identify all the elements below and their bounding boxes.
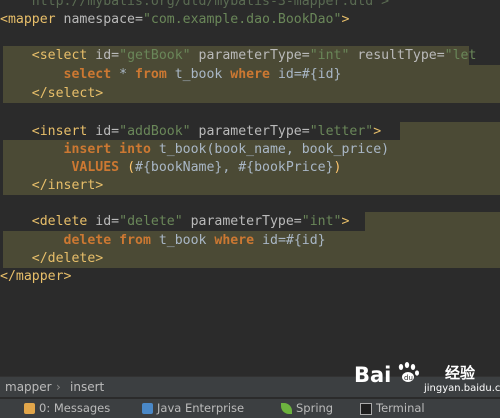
tool-window-java-enterprise[interactable]: Java Enterprise xyxy=(142,399,244,418)
tag-open: <mapper xyxy=(0,12,64,27)
svg-text:du: du xyxy=(404,374,413,382)
tool-window-messages[interactable]: 0: Messages xyxy=(24,399,110,418)
sql-text: #{bookName}, #{bookPrice} xyxy=(135,160,334,175)
attr-value: "com.example.dao.BookDao" xyxy=(142,12,342,27)
code-line[interactable]: <insert id="addBook" parameterType="lett… xyxy=(0,122,500,141)
sql-text: t_book(book_name, book_price) xyxy=(150,142,390,157)
attr-value: "getBook" xyxy=(119,48,191,63)
paren: ( xyxy=(127,160,136,175)
code-line[interactable]: insert into t_book(book_name, book_price… xyxy=(0,140,500,159)
code-editor[interactable]: http://mybatis.org/dtd/mybatis-3-mapper.… xyxy=(0,0,500,372)
code-line[interactable]: </select> xyxy=(0,84,500,103)
tag-open: <select xyxy=(31,48,96,63)
attr-name: parameterType= xyxy=(182,214,302,229)
tool-window-label: Spring xyxy=(296,401,334,415)
attr-name: parameterType= xyxy=(190,124,310,139)
attr-value: "delete" xyxy=(119,214,183,229)
sql-text: t_book xyxy=(150,233,215,248)
sql-text: id=#{id} xyxy=(270,67,342,82)
code-line[interactable]: <mapper namespace="com.example.dao.BookD… xyxy=(0,10,500,29)
code-line[interactable]: </delete> xyxy=(0,249,500,268)
sql-keyword: select xyxy=(63,67,112,82)
tool-window-bar: 0: Messages Java Enterprise Spring Termi… xyxy=(0,398,500,418)
sql-keyword: from xyxy=(135,67,167,82)
sql-keyword: delete xyxy=(63,233,112,248)
sql-keyword: where xyxy=(230,67,270,82)
tag-close: > xyxy=(341,214,350,229)
attr-name: namespace= xyxy=(63,12,143,27)
sql-keyword: where xyxy=(214,233,255,248)
tool-window-label: Java Enterprise xyxy=(157,401,245,415)
java-enterprise-icon xyxy=(142,403,153,414)
watermark-cn-text: 经验 xyxy=(445,364,476,382)
code-line[interactable]: select * from t_book where id=#{id} xyxy=(0,65,500,84)
code-line[interactable]: <delete id="delete" parameterType="int"> xyxy=(0,212,500,231)
tool-window-terminal[interactable]: Terminal xyxy=(360,399,425,418)
tag-close: </delete> xyxy=(31,251,104,266)
attr-name: parameterType= xyxy=(190,48,310,63)
tool-window-label: 0: Messages xyxy=(39,401,111,415)
sql-keyword: into xyxy=(119,142,151,157)
attr-value: "int" xyxy=(301,214,342,229)
sql-text: * xyxy=(111,67,135,82)
sql-keyword: insert xyxy=(63,142,112,157)
code-line[interactable]: </mapper> xyxy=(0,267,500,286)
tag-open: <insert xyxy=(31,124,96,139)
messages-icon xyxy=(24,403,35,414)
terminal-icon xyxy=(360,402,372,415)
breadcrumb-item-mapper[interactable]: mapper xyxy=(5,377,52,397)
tag-close: </mapper> xyxy=(0,269,72,284)
tag-close: </select> xyxy=(31,86,104,101)
sql-keyword: VALUES xyxy=(71,160,120,175)
breadcrumb-separator: › xyxy=(56,380,61,394)
code-line[interactable]: delete from t_book where id=#{id} xyxy=(0,231,500,250)
paren: ) xyxy=(333,160,342,175)
tag-close: > xyxy=(373,124,382,139)
spring-leaf-icon xyxy=(281,403,292,414)
code-line[interactable]: VALUES (#{bookName}, #{bookPrice}) xyxy=(0,158,500,177)
breadcrumb-item-insert[interactable]: insert xyxy=(70,377,104,397)
watermark-url: jingyan.baidu.com xyxy=(424,383,500,394)
code-line[interactable]: <select id="getBook" parameterType="int"… xyxy=(0,46,500,65)
attr-name: id= xyxy=(95,124,120,139)
sql-text: id=#{id} xyxy=(254,233,326,248)
sql-keyword: from xyxy=(119,233,151,248)
baidu-jingyan-watermark: Bai du 经验 jingyan.baidu.com xyxy=(352,358,500,398)
attr-value: "let xyxy=(444,48,477,63)
attr-value: "addBook" xyxy=(119,124,191,139)
tag-close: > xyxy=(341,12,350,27)
tag-open: <delete xyxy=(31,214,96,229)
tool-window-label: Terminal xyxy=(376,401,425,415)
sql-text: t_book xyxy=(166,67,231,82)
attr-value: "letter" xyxy=(309,124,374,139)
attr-name: id= xyxy=(95,48,120,63)
attr-value: "int" xyxy=(309,48,350,63)
tag-close: </insert> xyxy=(31,178,104,193)
dtd-url: http://mybatis.org/dtd/mybatis-3-mapper.… xyxy=(0,0,390,9)
code-line[interactable]: </insert> xyxy=(0,176,500,195)
attr-name: resultType= xyxy=(349,48,445,63)
svg-text:Bai: Bai xyxy=(354,363,391,387)
tool-window-spring[interactable]: Spring xyxy=(281,399,333,418)
attr-name: id= xyxy=(95,214,120,229)
